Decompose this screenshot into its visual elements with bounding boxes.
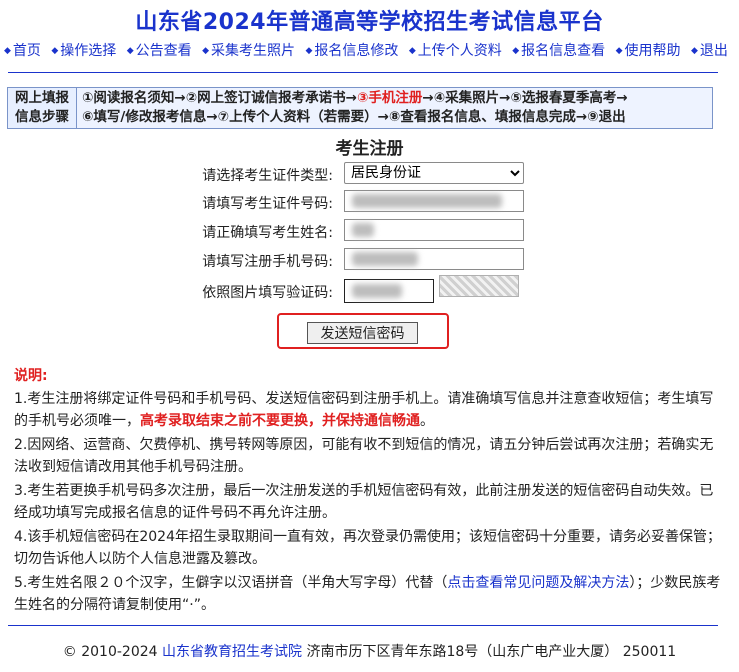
nav-bullet-icon: ◆ <box>51 46 59 56</box>
page-title: 山东省2024年普通高等学校招生考试信息平台 <box>135 10 604 35</box>
note-1: 1.考生注册将绑定证件号码和手机号码、发送短信密码到注册手机上。请准确填写信息并… <box>14 388 724 432</box>
nav-operation-select[interactable]: 操作选择 <box>60 43 116 59</box>
row-captcha: 依照图片填写验证码: <box>0 275 739 303</box>
steps-label: 网上填报 信息步骤 <box>8 88 77 128</box>
steps-label-line1: 网上填报 <box>15 90 69 106</box>
nav-edit-registration[interactable]: 报名信息修改 <box>314 43 398 59</box>
phone-label: 请填写注册手机号码: <box>202 254 333 270</box>
redacted-captcha-value <box>352 284 402 298</box>
top-nav: ◆ 首页 ◆ 操作选择 ◆ 公告查看 ◆ 采集考生照片 ◆ 报名信息修改 ◆ 上传个人资料 … <box>4 40 736 60</box>
nav-logout[interactable]: 退出 <box>700 43 728 59</box>
redacted-id-number <box>352 194 502 208</box>
id-type-select[interactable]: 居民身份证 <box>344 162 524 184</box>
steps-line1-after: →④采集照片→⑤选报春夏季高考→ <box>422 90 628 106</box>
current-step: ③手机注册 <box>356 90 423 106</box>
footer-copyright: © 2010-2024 <box>62 644 163 660</box>
footer-address: 济南市历下区青年东路18号（山东广电产业大厦） 250011 <box>302 644 677 660</box>
note-5-text: 5.考生姓名限２０个汉字，生僻字以汉语拼音（半角大写字母）代替（ <box>14 575 448 591</box>
note-2: 2.因网络、运营商、欠费停机、携号转网等原因，可能有收不到短信的情况，请五分钟后… <box>14 437 714 475</box>
nav-help[interactable]: 使用帮助 <box>625 43 681 59</box>
note-4: 4.该手机短信密码在2024年招生录取期间一直有效，再次登录仍需使用；该短信密码… <box>14 529 721 567</box>
note-3: 3.考生若更换手机号码多次注册，最后一次注册发送的手机短信密码有效，此前注册发送… <box>14 483 714 521</box>
row-phone: 请填写注册手机号码: <box>0 248 739 272</box>
send-sms-password-button[interactable]: 发送短信密码 <box>307 322 418 344</box>
nav-bullet-icon: ◆ <box>408 46 416 56</box>
nav-bullet-icon: ◆ <box>691 46 698 56</box>
steps-line1: ①阅读报名须知→②网上签订诚信报考承诺书→③手机注册→④采集照片→⑤选报春夏季高… <box>82 89 712 108</box>
nav-view-registration[interactable]: 报名信息查看 <box>521 43 605 59</box>
nav-bullet-icon: ◆ <box>202 46 210 56</box>
row-id-number: 请填写考生证件号码: <box>0 190 739 214</box>
notes-heading: 说明: <box>14 368 48 384</box>
row-id-type: 请选择考生证件类型: 居民身份证 <box>0 162 739 186</box>
steps-label-line2: 信息步骤 <box>15 109 69 125</box>
note-1-end: 。 <box>420 413 434 429</box>
id-type-label: 请选择考生证件类型: <box>202 168 333 184</box>
registration-title: 考生注册 <box>335 139 404 159</box>
steps-line2: ⑥填写/修改报考信息→⑦上传个人资料（若需要）→⑧查看报名信息、填报信息完成→⑨… <box>82 109 626 125</box>
nav-home[interactable]: 首页 <box>13 43 41 59</box>
nav-collect-photo[interactable]: 采集考生照片 <box>211 43 295 59</box>
nav-bullet-icon: ◆ <box>512 46 520 56</box>
steps-box: 网上填报 信息步骤 ①阅读报名须知→②网上签订诚信报考承诺书→③手机注册→④采集… <box>7 87 713 129</box>
captcha-image[interactable] <box>439 275 519 297</box>
nav-bullet-icon: ◆ <box>126 46 134 56</box>
name-label: 请正确填写考生姓名: <box>202 225 333 241</box>
footer: © 2010-2024 山东省教育招生考试院 济南市历下区青年东路18号（山东广… <box>0 641 739 661</box>
nav-announcements[interactable]: 公告查看 <box>136 43 192 59</box>
captcha-label: 依照图片填写验证码: <box>202 285 333 301</box>
id-number-label: 请填写考生证件号码: <box>202 196 333 212</box>
org-link[interactable]: 山东省教育招生考试院 <box>162 644 302 660</box>
header-divider <box>8 72 718 73</box>
nav-upload-docs[interactable]: 上传个人资料 <box>418 43 502 59</box>
nav-bullet-icon: ◆ <box>615 46 623 56</box>
row-name: 请正确填写考生姓名: <box>0 219 739 243</box>
note-1-warning: 高考录取结束之前不要更换，并保持通信畅通 <box>140 413 420 429</box>
note-5: 5.考生姓名限２０个汉字，生僻字以汉语拼音（半角大写字母）代替（点击查看常见问题… <box>14 572 724 616</box>
steps-body: ①阅读报名须知→②网上签订诚信报考承诺书→③手机注册→④采集照片→⑤选报春夏季高… <box>82 89 712 127</box>
steps-line1-before: ①阅读报名须知→②网上签订诚信报考承诺书→ <box>82 90 357 106</box>
send-button-highlight: 发送短信密码 <box>277 313 449 349</box>
redacted-name <box>352 223 374 237</box>
redacted-phone <box>352 252 418 266</box>
nav-bullet-icon: ◆ <box>4 46 11 56</box>
nav-bullet-icon: ◆ <box>305 46 313 56</box>
footer-divider <box>8 625 718 626</box>
faq-link[interactable]: 点击查看常见问题及解决方法 <box>447 575 629 591</box>
